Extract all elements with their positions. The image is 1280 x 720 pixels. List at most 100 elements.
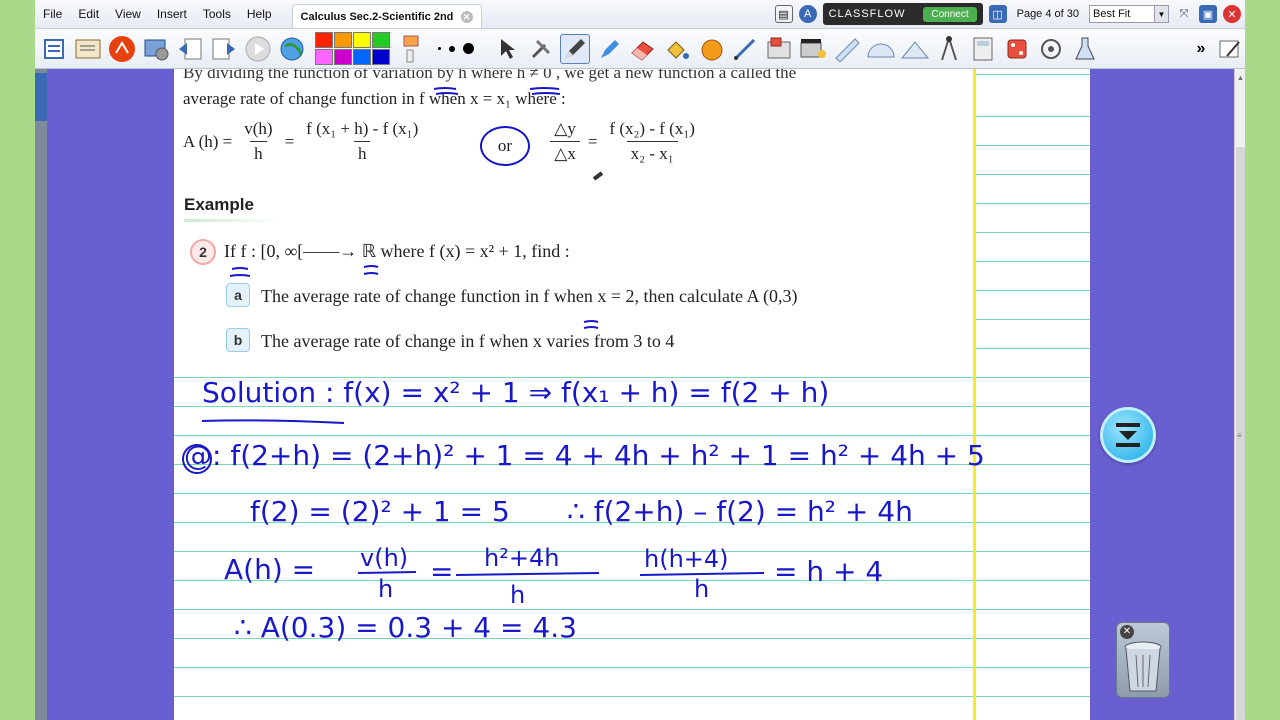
pen-width-large[interactable] <box>463 43 474 54</box>
side-panel-tab[interactable] <box>35 73 47 121</box>
select-arrow-icon[interactable] <box>492 34 522 64</box>
close-icon[interactable]: ✕ <box>1223 5 1241 23</box>
ruled-lines-right <box>976 69 1090 720</box>
page-sorter-icon[interactable]: ▤ <box>774 5 793 23</box>
formula-x-fraction: f (x₂) - f (x₁) x₂ - x₁ <box>605 119 698 164</box>
example-underline <box>184 219 284 222</box>
pen-width-small[interactable] <box>438 47 441 50</box>
formula-f-fraction: f (x₁ + h) - f (x₁) h <box>302 119 422 164</box>
compass-icon[interactable] <box>934 34 964 64</box>
formula-f-num: f (x₁ + h) - f (x₁) <box>306 119 419 138</box>
scroll-up-icon[interactable]: ▲ <box>1237 75 1244 82</box>
formula-x-num: f (x₂) - f (x₁) <box>609 119 695 138</box>
classflow-bar: CLASSFLOW Connect <box>822 3 983 25</box>
shapes-icon[interactable] <box>696 34 726 64</box>
trash-close-icon[interactable]: ✕ <box>1120 625 1134 639</box>
set-square-icon[interactable] <box>900 34 930 64</box>
tab-close-icon[interactable]: ✕ <box>460 10 473 23</box>
main-menu-icon[interactable] <box>39 34 69 64</box>
toolbar-customize-icon[interactable] <box>1215 34 1245 64</box>
browser-icon[interactable] <box>73 34 103 64</box>
tools-icon[interactable] <box>526 34 556 64</box>
color-swatch-pink[interactable] <box>315 49 333 65</box>
connect-button[interactable]: Connect <box>923 6 977 22</box>
settings-icon[interactable] <box>141 34 171 64</box>
connector-icon[interactable] <box>730 34 760 64</box>
dice-icon[interactable] <box>1002 34 1032 64</box>
ruler-icon[interactable] <box>832 34 862 64</box>
document-tab[interactable]: Calculus Sec.2-Scientific 2nd té ✕ <box>291 4 482 28</box>
part-b-text: The average rate of change in f when x v… <box>261 331 675 351</box>
eraser-icon[interactable] <box>628 34 658 64</box>
question-number-badge: 2 <box>190 239 216 265</box>
trash-can[interactable]: ✕ <box>1116 622 1170 698</box>
color-swatch-blue[interactable] <box>353 49 371 65</box>
page-icon[interactable]: ◫ <box>988 5 1007 23</box>
scrollbar-grip-icon: ≡ <box>1237 431 1242 440</box>
chevron-down-icon[interactable]: ▼ <box>1154 6 1168 22</box>
toolbar-overflow-icon[interactable]: » <box>1191 40 1211 58</box>
color-palette <box>315 32 390 65</box>
rate-formula: A (h) = v(h) h = f (x₁ + h) - f (x₁) h △… <box>183 119 707 164</box>
flask-icon[interactable] <box>1070 34 1100 64</box>
calculator-icon[interactable] <box>968 34 998 64</box>
textbook-excerpt: By dividing the function of variation by… <box>174 69 973 365</box>
color-swatch-green[interactable] <box>372 32 390 48</box>
or-annotation: or <box>480 126 530 166</box>
highlighter-icon[interactable] <box>594 34 624 64</box>
color-swatch-purple[interactable] <box>334 49 352 65</box>
collapse-down-icon <box>1116 423 1140 447</box>
formula-vh-den: h <box>250 141 267 164</box>
menu-file[interactable]: File <box>35 7 70 21</box>
menu-tools[interactable]: Tools <box>195 7 239 21</box>
menu-view[interactable]: View <box>107 7 149 21</box>
side-panel-strip[interactable] <box>35 69 47 720</box>
formula-delta-fraction: △y △x <box>550 119 580 164</box>
next-page-icon[interactable] <box>209 34 239 64</box>
menu-insert[interactable]: Insert <box>149 7 195 21</box>
accessibility-icon[interactable]: A <box>798 5 817 23</box>
formula-vh-num: v(h) <box>244 119 273 138</box>
page-indicator: Page 4 of 30 <box>1016 8 1079 20</box>
teacher-lock-icon[interactable] <box>107 34 137 64</box>
formula-vh-fraction: v(h) h <box>240 119 276 164</box>
menu-help[interactable]: Help <box>239 7 280 21</box>
color-swatch-yellow[interactable] <box>353 32 371 48</box>
formula-eq-1: = <box>284 131 295 151</box>
formula-lhs: A (h) = <box>183 131 233 151</box>
fill-bucket-icon[interactable] <box>662 34 692 64</box>
protractor-icon[interactable] <box>866 34 896 64</box>
part-a-text: The average rate of change function in f… <box>261 286 798 306</box>
menu-edit[interactable]: Edit <box>70 7 107 21</box>
spotlight-icon[interactable] <box>1036 34 1066 64</box>
play-icon[interactable] <box>243 34 273 64</box>
pen-icon[interactable] <box>560 33 590 64</box>
flipchart-page[interactable]: By dividing the function of variation by… <box>174 69 1090 720</box>
question-text: If f : [0, ∞[——→ ℝ where f (x) = x² + 1,… <box>224 241 570 261</box>
intro-top-line: By dividing the function of variation by… <box>183 69 797 82</box>
pen-width-medium[interactable] <box>449 45 455 52</box>
fullscreen-icon[interactable]: ⤧ <box>1175 5 1193 23</box>
part-b-badge: b <box>226 328 250 352</box>
pen-width-selector <box>438 43 474 54</box>
window-mode-icon[interactable]: ▣ <box>1199 5 1217 23</box>
media-icon[interactable] <box>798 34 828 64</box>
formula-eq-2: = <box>587 131 598 151</box>
document-tab-title: Calculus Sec.2-Scientific 2nd té <box>300 10 455 23</box>
resource-browser-icon[interactable] <box>764 34 794 64</box>
zoom-value: Best Fit <box>1093 8 1131 20</box>
color-swatch-orange[interactable] <box>334 32 352 48</box>
menu-bar: File Edit View Insert Tools Help Calculu… <box>35 0 1245 29</box>
color-swatch-red[interactable] <box>315 32 333 48</box>
example-title: Example <box>184 195 254 214</box>
flipchart-canvas[interactable]: By dividing the function of variation by… <box>47 69 1234 720</box>
formula-dx: △x <box>550 141 580 164</box>
zoom-select[interactable]: Best Fit ▼ <box>1089 5 1169 23</box>
previous-page-icon[interactable] <box>175 34 205 64</box>
color-swatch-navy[interactable] <box>372 49 390 65</box>
fill-color-icon[interactable] <box>398 34 428 64</box>
collapse-toolbar-button[interactable] <box>1100 407 1156 463</box>
globe-icon[interactable] <box>277 34 307 64</box>
part-a-badge: a <box>226 283 250 307</box>
vertical-scrollbar[interactable]: ▲ ≡ <box>1234 69 1245 720</box>
